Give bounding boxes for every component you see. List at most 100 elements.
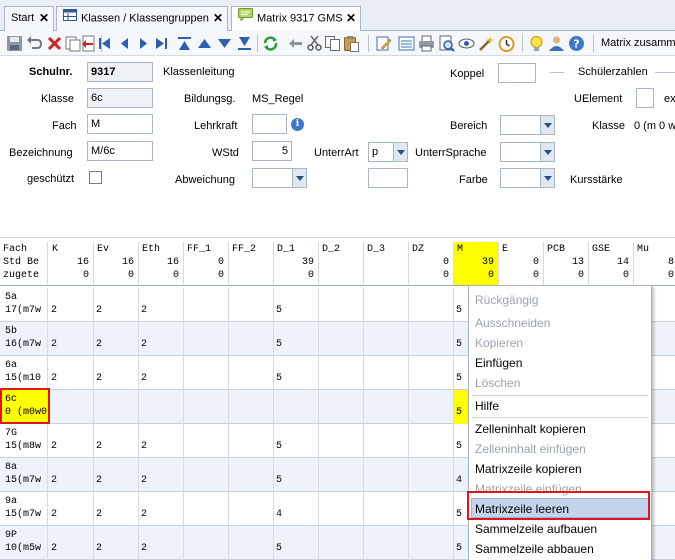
table-cell[interactable]: [409, 288, 454, 322]
table-cell[interactable]: [139, 390, 184, 424]
column-header[interactable]: D_1 39 0: [274, 242, 319, 285]
column-header[interactable]: Eth 16 0: [139, 242, 184, 285]
close-icon[interactable]: ✕: [39, 7, 49, 30]
table-cell[interactable]: [364, 492, 409, 526]
column-header[interactable]: FF_2: [229, 242, 274, 285]
undo-icon[interactable]: [26, 35, 43, 52]
list-icon[interactable]: [398, 35, 415, 52]
copy-icon[interactable]: [324, 35, 341, 52]
geschuetzt-checkbox[interactable]: [89, 171, 102, 184]
paste-icon[interactable]: [343, 35, 360, 52]
table-cell[interactable]: [319, 288, 364, 322]
table-cell[interactable]: [364, 526, 409, 560]
table-cell[interactable]: [319, 458, 364, 492]
unterrart-select[interactable]: p: [368, 142, 408, 162]
column-header[interactable]: GSE 14 0: [589, 242, 634, 285]
last-record-icon[interactable]: [153, 35, 170, 52]
bereich-select[interactable]: [500, 115, 555, 135]
table-cell[interactable]: 2: [49, 322, 94, 356]
table-cell[interactable]: 5: [274, 322, 319, 356]
table-cell[interactable]: [229, 492, 274, 526]
tip-icon[interactable]: [528, 35, 545, 52]
table-cell[interactable]: 5: [274, 356, 319, 390]
tab-start[interactable]: Start ✕: [4, 6, 54, 31]
wizard-icon[interactable]: [478, 35, 495, 52]
abweichung-value-field[interactable]: [368, 168, 408, 188]
menu-item[interactable]: Matrixzeile kopieren: [475, 462, 582, 476]
menu-item[interactable]: Sammelzeile aufbauen: [475, 522, 597, 536]
koppel-field[interactable]: [498, 63, 536, 83]
table-cell[interactable]: 2: [49, 288, 94, 322]
table-cell[interactable]: [409, 356, 454, 390]
table-cell[interactable]: [409, 424, 454, 458]
wstd-field[interactable]: 5: [252, 141, 292, 161]
table-cell[interactable]: [184, 390, 229, 424]
table-cell[interactable]: [364, 390, 409, 424]
close-icon[interactable]: ✕: [346, 7, 356, 30]
table-cell[interactable]: [409, 458, 454, 492]
table-cell[interactable]: 2: [139, 322, 184, 356]
table-cell[interactable]: 2: [94, 356, 139, 390]
menu-item[interactable]: Einfügen: [475, 356, 522, 370]
table-cell[interactable]: 2: [94, 526, 139, 560]
table-cell[interactable]: [364, 356, 409, 390]
column-header[interactable]: PCB 13 0: [544, 242, 589, 285]
table-cell[interactable]: [409, 526, 454, 560]
menu-item[interactable]: Ausschneiden: [475, 316, 550, 330]
column-header[interactable]: Ev 16 0: [94, 242, 139, 285]
print-icon[interactable]: [418, 35, 435, 52]
table-cell[interactable]: 2: [49, 356, 94, 390]
menu-item[interactable]: Zelleninhalt einfügen: [475, 442, 586, 456]
unterrsprache-select[interactable]: [500, 142, 555, 162]
table-cell[interactable]: 2: [94, 288, 139, 322]
table-cell[interactable]: [364, 458, 409, 492]
clock-icon[interactable]: [498, 35, 515, 52]
row-header[interactable]: 6a 15(m10: [0, 356, 48, 390]
table-cell[interactable]: 2: [94, 424, 139, 458]
row-header[interactable]: 8a 15(m7w: [0, 458, 48, 492]
table-cell[interactable]: [319, 390, 364, 424]
table-cell[interactable]: [184, 424, 229, 458]
table-cell[interactable]: 2: [139, 526, 184, 560]
table-cell[interactable]: 2: [49, 424, 94, 458]
print-preview-icon[interactable]: [438, 35, 455, 52]
close-icon[interactable]: ✕: [213, 7, 223, 30]
menu-item[interactable]: Sammelzeile abbauen: [475, 542, 594, 556]
table-cell[interactable]: 2: [139, 288, 184, 322]
sort-top-icon[interactable]: [176, 35, 193, 52]
tab-klassen[interactable]: Klassen / Klassengruppen ✕: [56, 6, 228, 31]
table-cell[interactable]: [184, 526, 229, 560]
table-cell[interactable]: 5: [274, 458, 319, 492]
move-down-icon[interactable]: [216, 35, 233, 52]
user-icon[interactable]: [548, 35, 565, 52]
help-icon[interactable]: ?: [568, 35, 585, 52]
menu-item[interactable]: Kopieren: [475, 336, 523, 350]
tab-matrix[interactable]: Matrix 9317 GMS ✕: [231, 6, 361, 32]
menu-item[interactable]: Löschen: [475, 376, 520, 390]
previous-record-icon[interactable]: [116, 35, 133, 52]
arrow-left-icon[interactable]: [287, 35, 304, 52]
farbe-select[interactable]: [500, 168, 555, 188]
table-cell[interactable]: 2: [139, 356, 184, 390]
delete-icon[interactable]: [46, 35, 63, 52]
column-header[interactable]: DZ 0 0: [409, 242, 454, 285]
table-cell[interactable]: [319, 424, 364, 458]
table-cell[interactable]: [409, 492, 454, 526]
table-cell[interactable]: [364, 288, 409, 322]
row-header[interactable]: 5b 16(m7w: [0, 322, 48, 356]
move-up-icon[interactable]: [196, 35, 213, 52]
table-cell[interactable]: [229, 356, 274, 390]
table-cell[interactable]: [319, 356, 364, 390]
table-cell[interactable]: [229, 458, 274, 492]
table-cell[interactable]: 2: [94, 322, 139, 356]
table-cell[interactable]: 4: [274, 492, 319, 526]
view-icon[interactable]: [458, 35, 475, 52]
menu-item[interactable]: Zelleninhalt kopieren: [475, 422, 586, 436]
table-cell[interactable]: [229, 390, 274, 424]
save-icon[interactable]: [6, 35, 23, 52]
table-cell[interactable]: [319, 526, 364, 560]
table-cell[interactable]: 2: [94, 492, 139, 526]
table-cell[interactable]: [184, 356, 229, 390]
table-cell[interactable]: [319, 492, 364, 526]
table-cell[interactable]: [229, 424, 274, 458]
